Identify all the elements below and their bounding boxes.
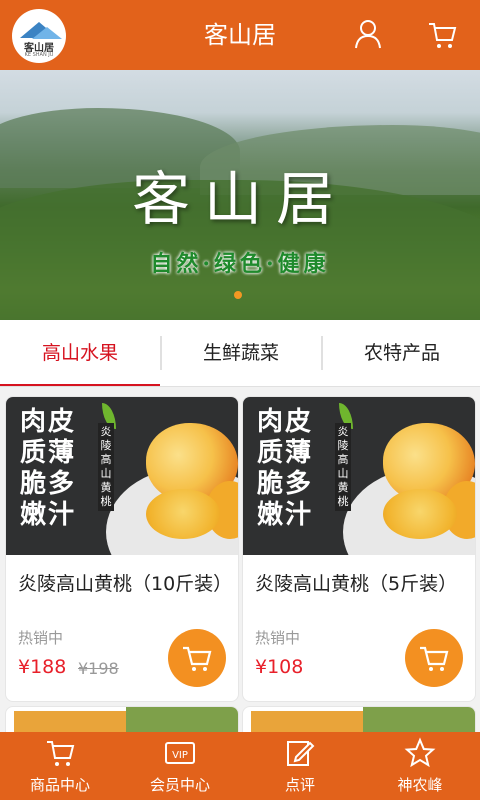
nav-product-center[interactable]: 商品中心	[0, 732, 120, 800]
image-slogan: 肉皮质薄脆多嫩汁	[20, 407, 77, 530]
product-card[interactable]: 肉皮质薄脆多嫩汁 炎陵高山黄桃 炎陵高山黄桃（5斤装） 热销中 ¥108	[242, 396, 476, 702]
tab-label: 生鲜蔬菜	[202, 342, 279, 364]
image-slogan: 肉皮质薄脆多嫩汁	[257, 407, 314, 530]
product-old-price: ¥198	[78, 659, 119, 678]
image-side-text: 炎陵高山黄桃	[98, 423, 114, 511]
add-to-cart-button[interactable]	[405, 629, 463, 687]
banner-carousel[interactable]: 客山居 自然·绿色·健康	[0, 70, 480, 320]
image-side-text: 炎陵高山黄桃	[335, 423, 351, 511]
cart-icon	[420, 646, 449, 671]
nav-member-center[interactable]: VIP 会员中心	[120, 732, 240, 800]
nav-label: 神农峰	[397, 776, 443, 794]
nav-label: 会员中心	[149, 776, 210, 794]
cart-icon	[47, 741, 75, 766]
edit-icon	[287, 741, 315, 766]
active-tab-underline	[0, 384, 160, 386]
cart-icon	[429, 23, 457, 48]
tab-local-specialties[interactable]: 农特产品	[322, 320, 480, 386]
svg-text:VIP: VIP	[172, 750, 188, 761]
nav-reviews[interactable]: 点评	[240, 732, 360, 800]
category-tabs: 高山水果 生鲜蔬菜 农特产品	[0, 320, 480, 387]
banner-title: 客山居	[131, 165, 348, 233]
star-icon	[404, 737, 436, 768]
page-title: 客山居	[204, 21, 276, 49]
product-status: 热销中	[18, 629, 64, 647]
carousel-indicator-dot[interactable]	[234, 291, 242, 299]
user-icon	[355, 20, 381, 49]
tab-fresh-vegetables[interactable]: 生鲜蔬菜	[161, 320, 321, 386]
add-to-cart-button[interactable]	[168, 629, 226, 687]
tab-label: 农特产品	[363, 342, 440, 364]
peach-half	[383, 489, 457, 539]
product-name[interactable]: 炎陵高山黄桃（10斤装）	[18, 569, 232, 599]
product-price: ¥188	[18, 656, 67, 678]
nav-shennongfeng[interactable]: 神农峰	[360, 732, 480, 800]
cart-button[interactable]	[427, 18, 457, 52]
top-bar: 客山居 KE SHAN JU 客山居	[0, 0, 480, 70]
vip-icon: VIP	[165, 742, 195, 764]
tab-mountain-fruit[interactable]: 高山水果	[0, 320, 160, 386]
product-name[interactable]: 炎陵高山黄桃（5斤装）	[255, 569, 463, 599]
product-price: ¥108	[255, 656, 304, 678]
cart-icon	[183, 646, 212, 671]
product-card[interactable]: 肉皮质薄脆多嫩汁 炎陵高山黄桃 炎陵高山黄桃（10斤装） 热销中 ¥188 ¥1…	[5, 396, 239, 702]
product-image[interactable]: 肉皮质薄脆多嫩汁 炎陵高山黄桃	[243, 397, 475, 555]
nav-label: 商品中心	[29, 776, 90, 794]
peach-half	[146, 489, 220, 539]
bottom-nav: 商品中心 VIP 会员中心 点评 神农峰	[0, 732, 480, 800]
tab-label: 高山水果	[41, 342, 118, 364]
product-image[interactable]: 肉皮质薄脆多嫩汁 炎陵高山黄桃	[6, 397, 238, 555]
nav-label: 点评	[284, 776, 315, 794]
user-button[interactable]	[353, 18, 383, 52]
product-status: 热销中	[255, 629, 301, 647]
banner-subtitle: 自然·绿色·健康	[150, 251, 330, 277]
